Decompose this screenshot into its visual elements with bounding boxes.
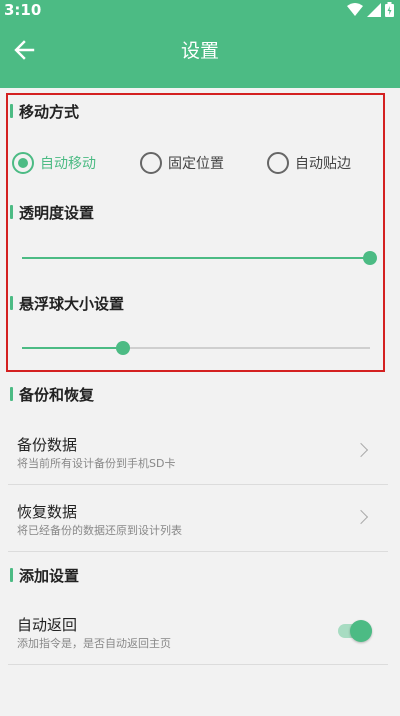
section-label: 透明度设置 bbox=[19, 203, 95, 222]
divider bbox=[8, 551, 388, 552]
section-marker bbox=[10, 296, 13, 310]
auto-return-toggle[interactable] bbox=[336, 620, 374, 642]
radio-indicator bbox=[267, 152, 289, 174]
status-icons bbox=[347, 2, 394, 17]
backup-data-item[interactable]: 备份数据 将当前所有设计备份到手机SD卡 bbox=[0, 418, 390, 484]
radio-label: 固定位置 bbox=[168, 156, 224, 172]
opacity-slider[interactable] bbox=[22, 250, 377, 266]
divider bbox=[8, 664, 388, 665]
status-time: 3:10 bbox=[4, 1, 42, 19]
slider-fill bbox=[22, 257, 370, 259]
wifi-icon bbox=[347, 2, 363, 16]
highlight-box bbox=[6, 93, 385, 372]
item-title: 恢复数据 bbox=[17, 503, 78, 521]
app-bar: 3:10 设置 bbox=[0, 0, 400, 88]
slider-thumb[interactable] bbox=[115, 341, 130, 355]
radio-fixed-position[interactable]: 固定位置 bbox=[140, 150, 224, 176]
section-label: 添加设置 bbox=[19, 566, 80, 585]
section-marker bbox=[10, 205, 13, 219]
ball-size-slider[interactable] bbox=[22, 340, 370, 356]
section-backup: 备份和恢复 bbox=[10, 384, 94, 404]
section-opacity: 透明度设置 bbox=[10, 202, 94, 222]
section-add-settings: 添加设置 bbox=[10, 565, 79, 585]
item-title: 备份数据 bbox=[17, 436, 78, 454]
radio-indicator bbox=[12, 152, 34, 174]
section-marker bbox=[10, 387, 13, 401]
radio-auto-edge[interactable]: 自动贴边 bbox=[267, 150, 351, 176]
item-subtitle: 将当前所有设计备份到手机SD卡 bbox=[17, 457, 176, 470]
section-move-mode: 移动方式 bbox=[10, 101, 79, 121]
item-subtitle: 添加指令是，是否自动返回主页 bbox=[17, 637, 171, 650]
status-bar: 3:10 bbox=[0, 0, 400, 20]
section-ball-size: 悬浮球大小设置 bbox=[10, 293, 124, 313]
restore-data-item[interactable]: 恢复数据 将已经备份的数据还原到设计列表 bbox=[0, 485, 390, 551]
radio-auto-move[interactable]: 自动移动 bbox=[12, 150, 96, 176]
section-marker bbox=[10, 104, 13, 118]
slider-fill bbox=[22, 347, 123, 349]
section-label: 移动方式 bbox=[19, 102, 80, 121]
move-mode-radio-group: 自动移动 固定位置 自动贴边 bbox=[12, 150, 388, 176]
section-label: 备份和恢复 bbox=[19, 385, 95, 404]
item-subtitle: 将已经备份的数据还原到设计列表 bbox=[17, 524, 182, 537]
signal-icon bbox=[367, 2, 381, 17]
section-label: 悬浮球大小设置 bbox=[19, 294, 125, 313]
toggle-thumb[interactable] bbox=[350, 620, 372, 642]
slider-thumb[interactable] bbox=[363, 251, 377, 265]
radio-label: 自动移动 bbox=[40, 156, 96, 172]
radio-label: 自动贴边 bbox=[295, 156, 351, 172]
battery-icon bbox=[385, 2, 394, 17]
auto-return-item[interactable]: 自动返回 添加指令是，是否自动返回主页 bbox=[0, 598, 390, 664]
chevron-right-icon bbox=[353, 442, 369, 458]
radio-indicator bbox=[140, 152, 162, 174]
section-marker bbox=[10, 568, 13, 582]
item-title: 自动返回 bbox=[17, 616, 78, 634]
page-title: 设置 bbox=[180, 40, 219, 62]
chevron-right-icon bbox=[353, 509, 369, 525]
